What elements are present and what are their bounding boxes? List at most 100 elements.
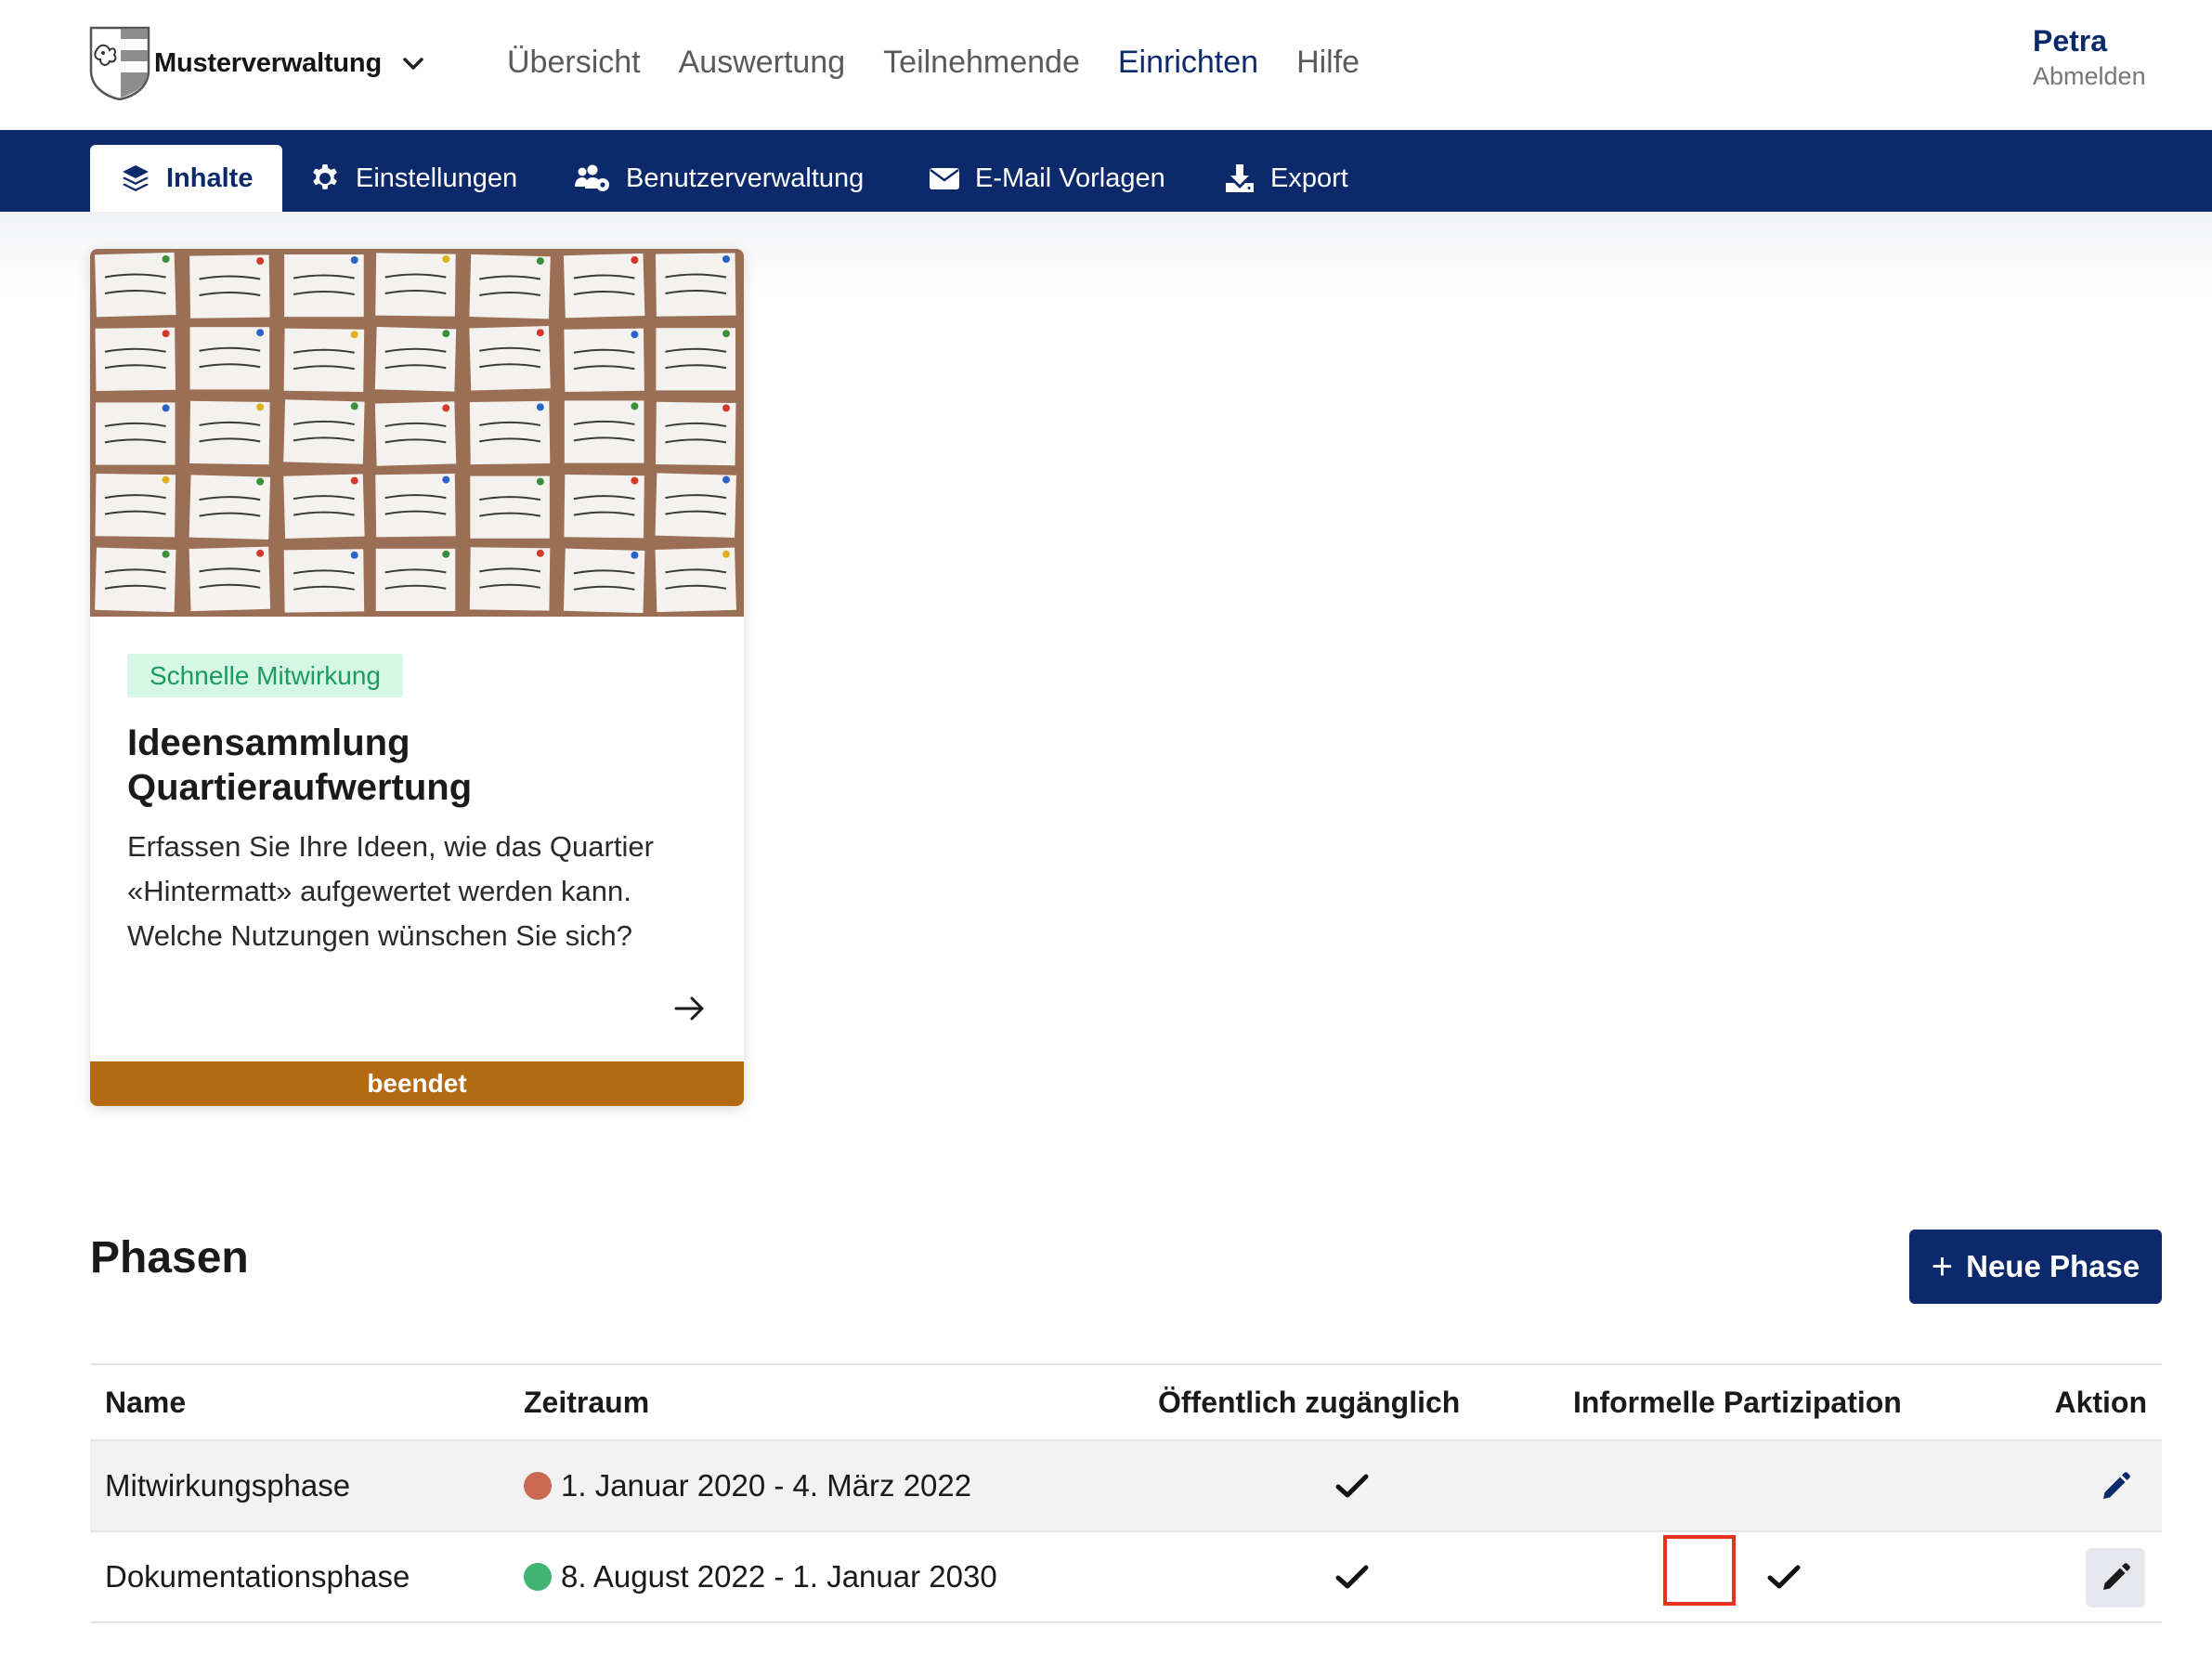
push-pin — [162, 404, 170, 412]
phase-period-text: 8. August 2022 - 1. Januar 2030 — [561, 1559, 997, 1594]
check-icon — [1335, 1474, 1369, 1498]
sticky-note — [656, 328, 735, 391]
column-header-name[interactable]: Name — [105, 1365, 186, 1439]
push-pin — [536, 477, 544, 486]
sticky-note — [470, 475, 550, 539]
public-check — [1334, 1532, 1370, 1621]
layers-icon — [123, 165, 149, 191]
column-header-action: Aktion — [2054, 1385, 2147, 1419]
card-title-line: Ideensammlung — [127, 722, 410, 763]
sticky-note — [655, 401, 736, 466]
tab-inhalte[interactable]: Inhalte — [90, 145, 283, 212]
sticky-note — [96, 402, 176, 465]
settings-subnav: Inhalte Einstellungen Benutzerverwaltung… — [0, 130, 2212, 212]
sticky-note — [564, 328, 644, 392]
push-pin — [722, 550, 730, 558]
nav-teilnehmende[interactable]: Teilnehmende — [883, 45, 1080, 81]
tab-email-vorlagen[interactable]: E-Mail Vorlagen — [929, 145, 1165, 212]
sticky-note — [375, 474, 456, 538]
push-pin — [631, 256, 639, 264]
push-pin — [442, 475, 450, 484]
column-header-informal[interactable]: Informelle Partizipation — [1573, 1365, 1902, 1439]
sticky-note — [564, 400, 644, 463]
sticky-note — [189, 400, 270, 465]
push-pin — [536, 549, 544, 557]
public-check — [1334, 1441, 1370, 1530]
main-navigation: Übersicht Auswertung Teilnehmende Einric… — [507, 39, 1398, 85]
push-pin — [162, 330, 170, 338]
tab-export[interactable]: Export — [1224, 145, 1348, 212]
card-description: Erfassen Sie Ihre Ideen, wie das Quartie… — [127, 825, 722, 958]
user-menu: Petra Abmelden — [2033, 24, 2163, 91]
phase-period: 1. Januar 2020 - 4. März 2022 — [524, 1441, 971, 1530]
push-pin — [631, 476, 639, 485]
column-header-public[interactable]: Öffentlich zugänglich — [1158, 1365, 1460, 1439]
push-pin — [350, 331, 358, 339]
organization-switcher[interactable]: Musterverwaltung — [89, 26, 426, 100]
push-pin — [350, 551, 358, 559]
push-pin — [442, 404, 450, 412]
push-pin — [256, 403, 265, 411]
users-gear-icon — [575, 164, 609, 191]
push-pin — [722, 255, 730, 263]
column-header-period[interactable]: Zeitraum — [524, 1365, 649, 1439]
push-pin — [350, 402, 358, 410]
edit-phase-button[interactable] — [2086, 1548, 2145, 1607]
card-title[interactable]: Ideensammlung Quartieraufwertung — [127, 721, 712, 810]
plus-icon: + — [1931, 1246, 1954, 1287]
push-pin — [256, 329, 265, 337]
card-image — [90, 249, 744, 617]
sticky-note — [189, 254, 270, 319]
nav-uebersicht[interactable]: Übersicht — [507, 45, 641, 81]
phase-name: Mitwirkungsphase — [105, 1468, 351, 1503]
sticky-note — [283, 328, 365, 392]
pencil-icon — [2103, 1472, 2130, 1499]
top-header: Musterverwaltung Übersicht Auswertung Te… — [0, 0, 2212, 130]
sticky-note — [469, 400, 551, 465]
push-pin — [442, 255, 450, 263]
push-pin — [722, 404, 730, 412]
push-pin — [631, 331, 639, 339]
nav-hilfe[interactable]: Hilfe — [1296, 45, 1360, 81]
sticky-note — [655, 253, 736, 317]
push-pin — [536, 403, 544, 411]
push-pin — [442, 330, 450, 338]
tab-benutzerverwaltung[interactable]: Benutzerverwaltung — [574, 145, 864, 212]
new-phase-label: Neue Phase — [1966, 1249, 2140, 1283]
pencil-icon — [2103, 1563, 2130, 1590]
arrow-right-icon[interactable] — [673, 994, 707, 1023]
phase-period-text: 1. Januar 2020 - 4. März 2022 — [561, 1468, 972, 1503]
organization-name: Musterverwaltung — [154, 47, 382, 78]
table-header-row: Name Zeitraum Öffentlich zugänglich Info… — [90, 1365, 2162, 1441]
edit-phase-button[interactable] — [2086, 1457, 2145, 1516]
chevron-down-icon — [403, 58, 423, 70]
sticky-note — [564, 475, 644, 539]
push-pin — [631, 402, 639, 410]
table-row: Mitwirkungsphase 1. Januar 2020 - 4. Mär… — [90, 1441, 2162, 1532]
informal-check — [1766, 1532, 1802, 1621]
sticky-note — [189, 327, 270, 390]
sticky-note — [283, 549, 365, 613]
tab-einstellungen[interactable]: Einstellungen — [309, 145, 517, 212]
logout-link[interactable]: Abmelden — [2033, 62, 2163, 91]
nav-einrichten[interactable]: Einrichten — [1118, 45, 1258, 81]
tab-label: Einstellungen — [356, 163, 518, 193]
check-icon — [1767, 1565, 1801, 1589]
envelope-icon — [930, 168, 959, 189]
new-phase-button[interactable]: + Neue Phase — [1909, 1230, 2162, 1304]
process-card[interactable]: Schnelle Mitwirkung Ideensammlung Quarti… — [90, 249, 744, 1106]
push-pin — [536, 257, 544, 265]
sticky-note — [375, 548, 456, 611]
status-dot — [524, 1563, 552, 1591]
nav-auswertung[interactable]: Auswertung — [679, 45, 846, 81]
push-pin — [722, 475, 730, 484]
tab-label: Inhalte — [166, 163, 254, 193]
tab-label: E-Mail Vorlagen — [975, 163, 1165, 193]
phases-table: Name Zeitraum Öffentlich zugänglich Info… — [90, 1363, 2162, 1623]
status-dot — [524, 1472, 552, 1500]
push-pin — [162, 255, 170, 263]
phase-name: Dokumentationsphase — [105, 1559, 410, 1594]
sticky-note — [95, 327, 176, 391]
push-pin — [350, 256, 358, 264]
push-pin — [256, 549, 265, 557]
